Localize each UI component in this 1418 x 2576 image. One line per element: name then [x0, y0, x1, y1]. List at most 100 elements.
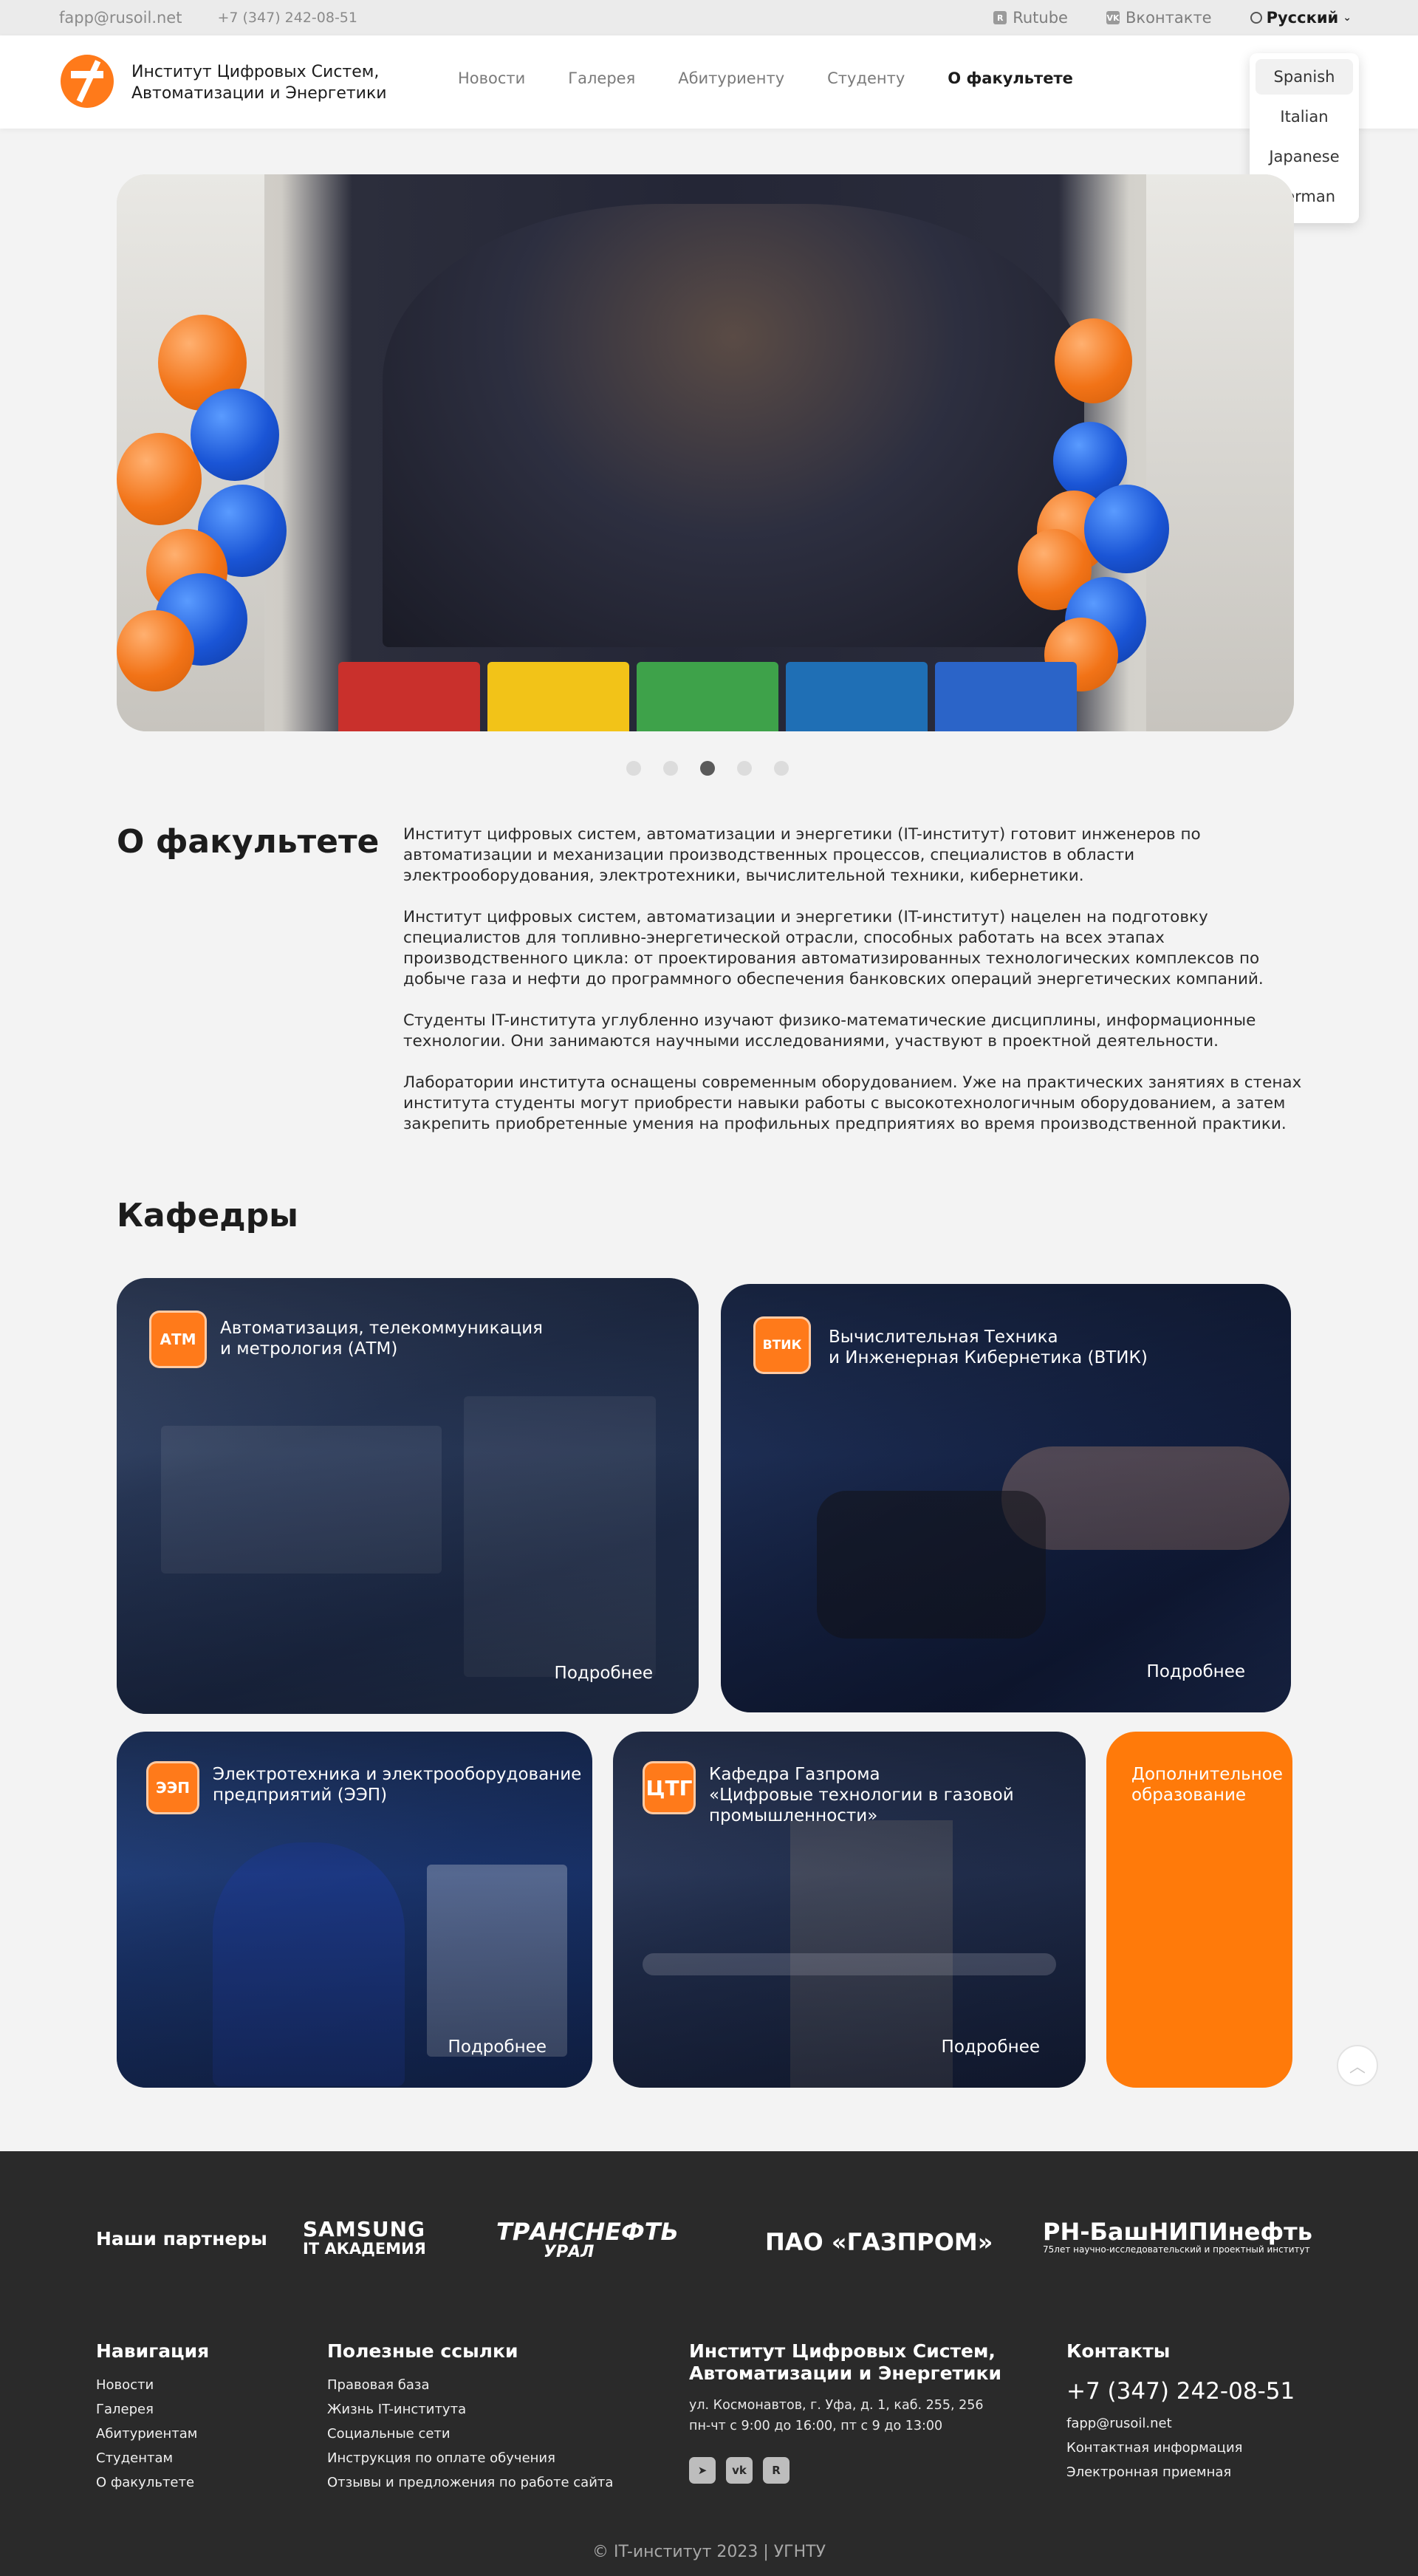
balloon [1084, 485, 1169, 573]
site-header: Институт Цифровых Систем, Автоматизации … [0, 35, 1418, 129]
card-title-line: Электротехника и электрооборудование [213, 1765, 582, 1784]
phone-link[interactable]: +7 (347) 242-08-51 [217, 10, 357, 26]
footer-navigation: Навигация Новости Галерея Абитуриентам С… [96, 2340, 209, 2495]
rutube-icon: R [993, 11, 1007, 24]
language-option-italian[interactable]: Italian [1256, 99, 1353, 134]
footer-link-payment[interactable]: Инструкция по оплате обучения [327, 2446, 613, 2470]
nav-item-students[interactable]: Студенту [827, 69, 905, 87]
footer-email-link[interactable]: fapp@rusoil.net [1066, 2411, 1295, 2436]
social-icons: ➤ vk R [689, 2457, 1001, 2484]
more-link[interactable]: Подробнее [1147, 1662, 1245, 1681]
hero-wall-right [1146, 174, 1294, 731]
vk-link[interactable]: VK Вконтакте [1106, 9, 1212, 27]
partner-rn-logo[interactable]: РН-БашНИПИнефть 75лет научно-исследовате… [1043, 2219, 1312, 2255]
rn-sub-text: научно-исследовательский и проектный инс… [1073, 2244, 1310, 2255]
site-footer: Наши партнеры SAMSUNG IT АКАДЕМИЯ ТРАНСН… [0, 2151, 1418, 2576]
nav-item-applicants[interactable]: Абитуриенту [678, 69, 784, 87]
department-card-ctg[interactable]: ЦТГ Кафедра Газпрома «Цифровые технологи… [613, 1732, 1086, 2088]
globe-icon [1250, 12, 1262, 24]
language-selector[interactable]: Русский ⌄ [1250, 9, 1352, 27]
about-title: О факультете [117, 823, 380, 861]
card-title-line: «Цифровые технологии в газовой [709, 1786, 1014, 1805]
rutube-icon[interactable]: R [763, 2457, 790, 2484]
samsung-sub: IT АКАДЕМИЯ [303, 2240, 426, 2258]
footer-address: ул. Космонавтов, г. Уфа, д. 1, каб. 255,… [689, 2398, 984, 2413]
slider-dots [626, 761, 789, 776]
department-card-eep[interactable]: ЭЭП Электротехника и электрооборудование… [117, 1732, 592, 2088]
slider-dot-4[interactable] [737, 761, 752, 776]
logo-icon[interactable] [61, 55, 114, 108]
department-card-title: Кафедра Газпрома «Цифровые технологии в … [709, 1764, 1014, 1826]
card-title-line: и Инженерная Кибернетика (ВТИК) [829, 1348, 1148, 1367]
email-link[interactable]: fapp@rusoil.net [59, 9, 182, 27]
transneft-name: ТРАНСНЕФТЬ [496, 2218, 679, 2246]
footer-link-news[interactable]: Новости [96, 2373, 209, 2397]
footer-useful-title: Полезные ссылки [327, 2340, 518, 2362]
partners-label: Наши партнеры [96, 2228, 267, 2249]
slider-dot-3[interactable] [700, 761, 715, 776]
scroll-to-top-button[interactable]: ︿ [1337, 2045, 1378, 2086]
more-link[interactable]: Подробнее [448, 2037, 547, 2057]
card-title-line: промышленности» [709, 1806, 878, 1825]
hero-letter-blocks [338, 662, 1077, 731]
footer-link-gallery[interactable]: Галерея [96, 2397, 209, 2422]
language-option-japanese[interactable]: Japanese [1256, 139, 1353, 174]
more-link[interactable]: Подробнее [942, 2037, 1040, 2057]
departments-title: Кафедры [117, 1197, 298, 1234]
footer-link-about[interactable]: О факультете [96, 2470, 209, 2495]
footer-hours: пн-чт с 9:00 до 16:00, пт с 9 до 13:00 [689, 2419, 943, 2433]
department-atm-icon: АТМ [149, 1311, 207, 1368]
department-card-atm[interactable]: АТМ Автоматизация, телекоммуникация и ме… [117, 1278, 699, 1714]
footer-link-applicants[interactable]: Абитуриентам [96, 2422, 209, 2446]
vk-icon[interactable]: vk [726, 2457, 753, 2484]
footer-institute: Институт Цифровых Систем, Автоматизации … [689, 2340, 1001, 2484]
rn-name: РН-БашНИПИнефть [1043, 2218, 1312, 2246]
footer-reception-link[interactable]: Электронная приемная [1066, 2460, 1295, 2484]
nav-item-gallery[interactable]: Галерея [568, 69, 635, 87]
footer-link-social[interactable]: Социальные сети [327, 2422, 613, 2446]
footer-link-students[interactable]: Студентам [96, 2446, 209, 2470]
rutube-link[interactable]: R Rutube [993, 9, 1068, 27]
footer-contacts-title: Контакты [1066, 2340, 1171, 2362]
hero-group-photo [383, 204, 1084, 647]
hero-slide-image[interactable] [117, 174, 1294, 731]
about-paragraph: Институт цифровых систем, автоматизации … [403, 908, 1264, 988]
slider-dot-2[interactable] [663, 761, 678, 776]
copyright: © IT-институт 2023 | УГНТУ [592, 2543, 826, 2561]
top-bar: fapp@rusoil.net +7 (347) 242-08-51 R Rut… [0, 0, 1418, 35]
department-card-title: Автоматизация, телекоммуникация и метрол… [220, 1318, 543, 1359]
department-eep-icon: ЭЭП [146, 1761, 199, 1814]
footer-institute-title: Институт Цифровых Систем, Автоматизации … [689, 2340, 1001, 2385]
footer-contact-info-link[interactable]: Контактная информация [1066, 2436, 1295, 2460]
brand-name[interactable]: Институт Цифровых Систем, Автоматизации … [131, 61, 387, 104]
institute-title-line: Автоматизации и Энергетики [689, 2363, 1002, 2384]
footer-phone[interactable]: +7 (347) 242-08-51 [1066, 2373, 1295, 2410]
nav-item-news[interactable]: Новости [458, 69, 525, 87]
rn-years: 75лет [1043, 2244, 1071, 2255]
footer-link-legal[interactable]: Правовая база [327, 2373, 613, 2397]
footer-link-life[interactable]: Жизнь IT-института [327, 2397, 613, 2422]
more-link[interactable]: Подробнее [555, 1664, 653, 1683]
slider-dot-1[interactable] [626, 761, 641, 776]
footer-link-feedback[interactable]: Отзывы и предложения по работе сайта [327, 2470, 613, 2495]
language-option-spanish[interactable]: Spanish [1256, 59, 1353, 95]
about-paragraph: Лаборатории института оснащены современн… [403, 1073, 1302, 1133]
partner-samsung-logo[interactable]: SAMSUNG IT АКАДЕМИЯ [303, 2219, 426, 2258]
rutube-label: Rutube [1013, 9, 1068, 27]
about-paragraph: Студенты IT-института углубленно изучают… [403, 1011, 1256, 1050]
partner-transneft-logo[interactable]: ТРАНСНЕФТЬ УРАЛ [496, 2218, 679, 2262]
department-card-vtik[interactable]: ВТИК Вычислительная Техника и Инженерная… [721, 1284, 1291, 1712]
department-card-title: Вычислительная Техника и Инженерная Кибе… [829, 1327, 1148, 1368]
brand-line-2: Автоматизации и Энергетики [131, 84, 387, 103]
about-paragraph: Институт цифровых систем, автоматизации … [403, 825, 1201, 885]
slider-dot-5[interactable] [774, 761, 789, 776]
partner-gazprom-logo[interactable]: ПАО «ГАЗПРОМ» [765, 2228, 993, 2256]
telegram-icon[interactable]: ➤ [689, 2457, 716, 2484]
footer-useful-links: Полезные ссылки Правовая база Жизнь IT-и… [327, 2340, 613, 2495]
card-title-line: и метрология (АТМ) [220, 1339, 398, 1359]
balloon [117, 610, 194, 691]
nav-item-about[interactable]: О факультете [948, 69, 1073, 87]
additional-education-card[interactable]: Дополнительное образование [1106, 1732, 1292, 2088]
card-title-line: предприятий (ЭЭП) [213, 1786, 388, 1805]
footer-nav-title: Навигация [96, 2340, 210, 2362]
